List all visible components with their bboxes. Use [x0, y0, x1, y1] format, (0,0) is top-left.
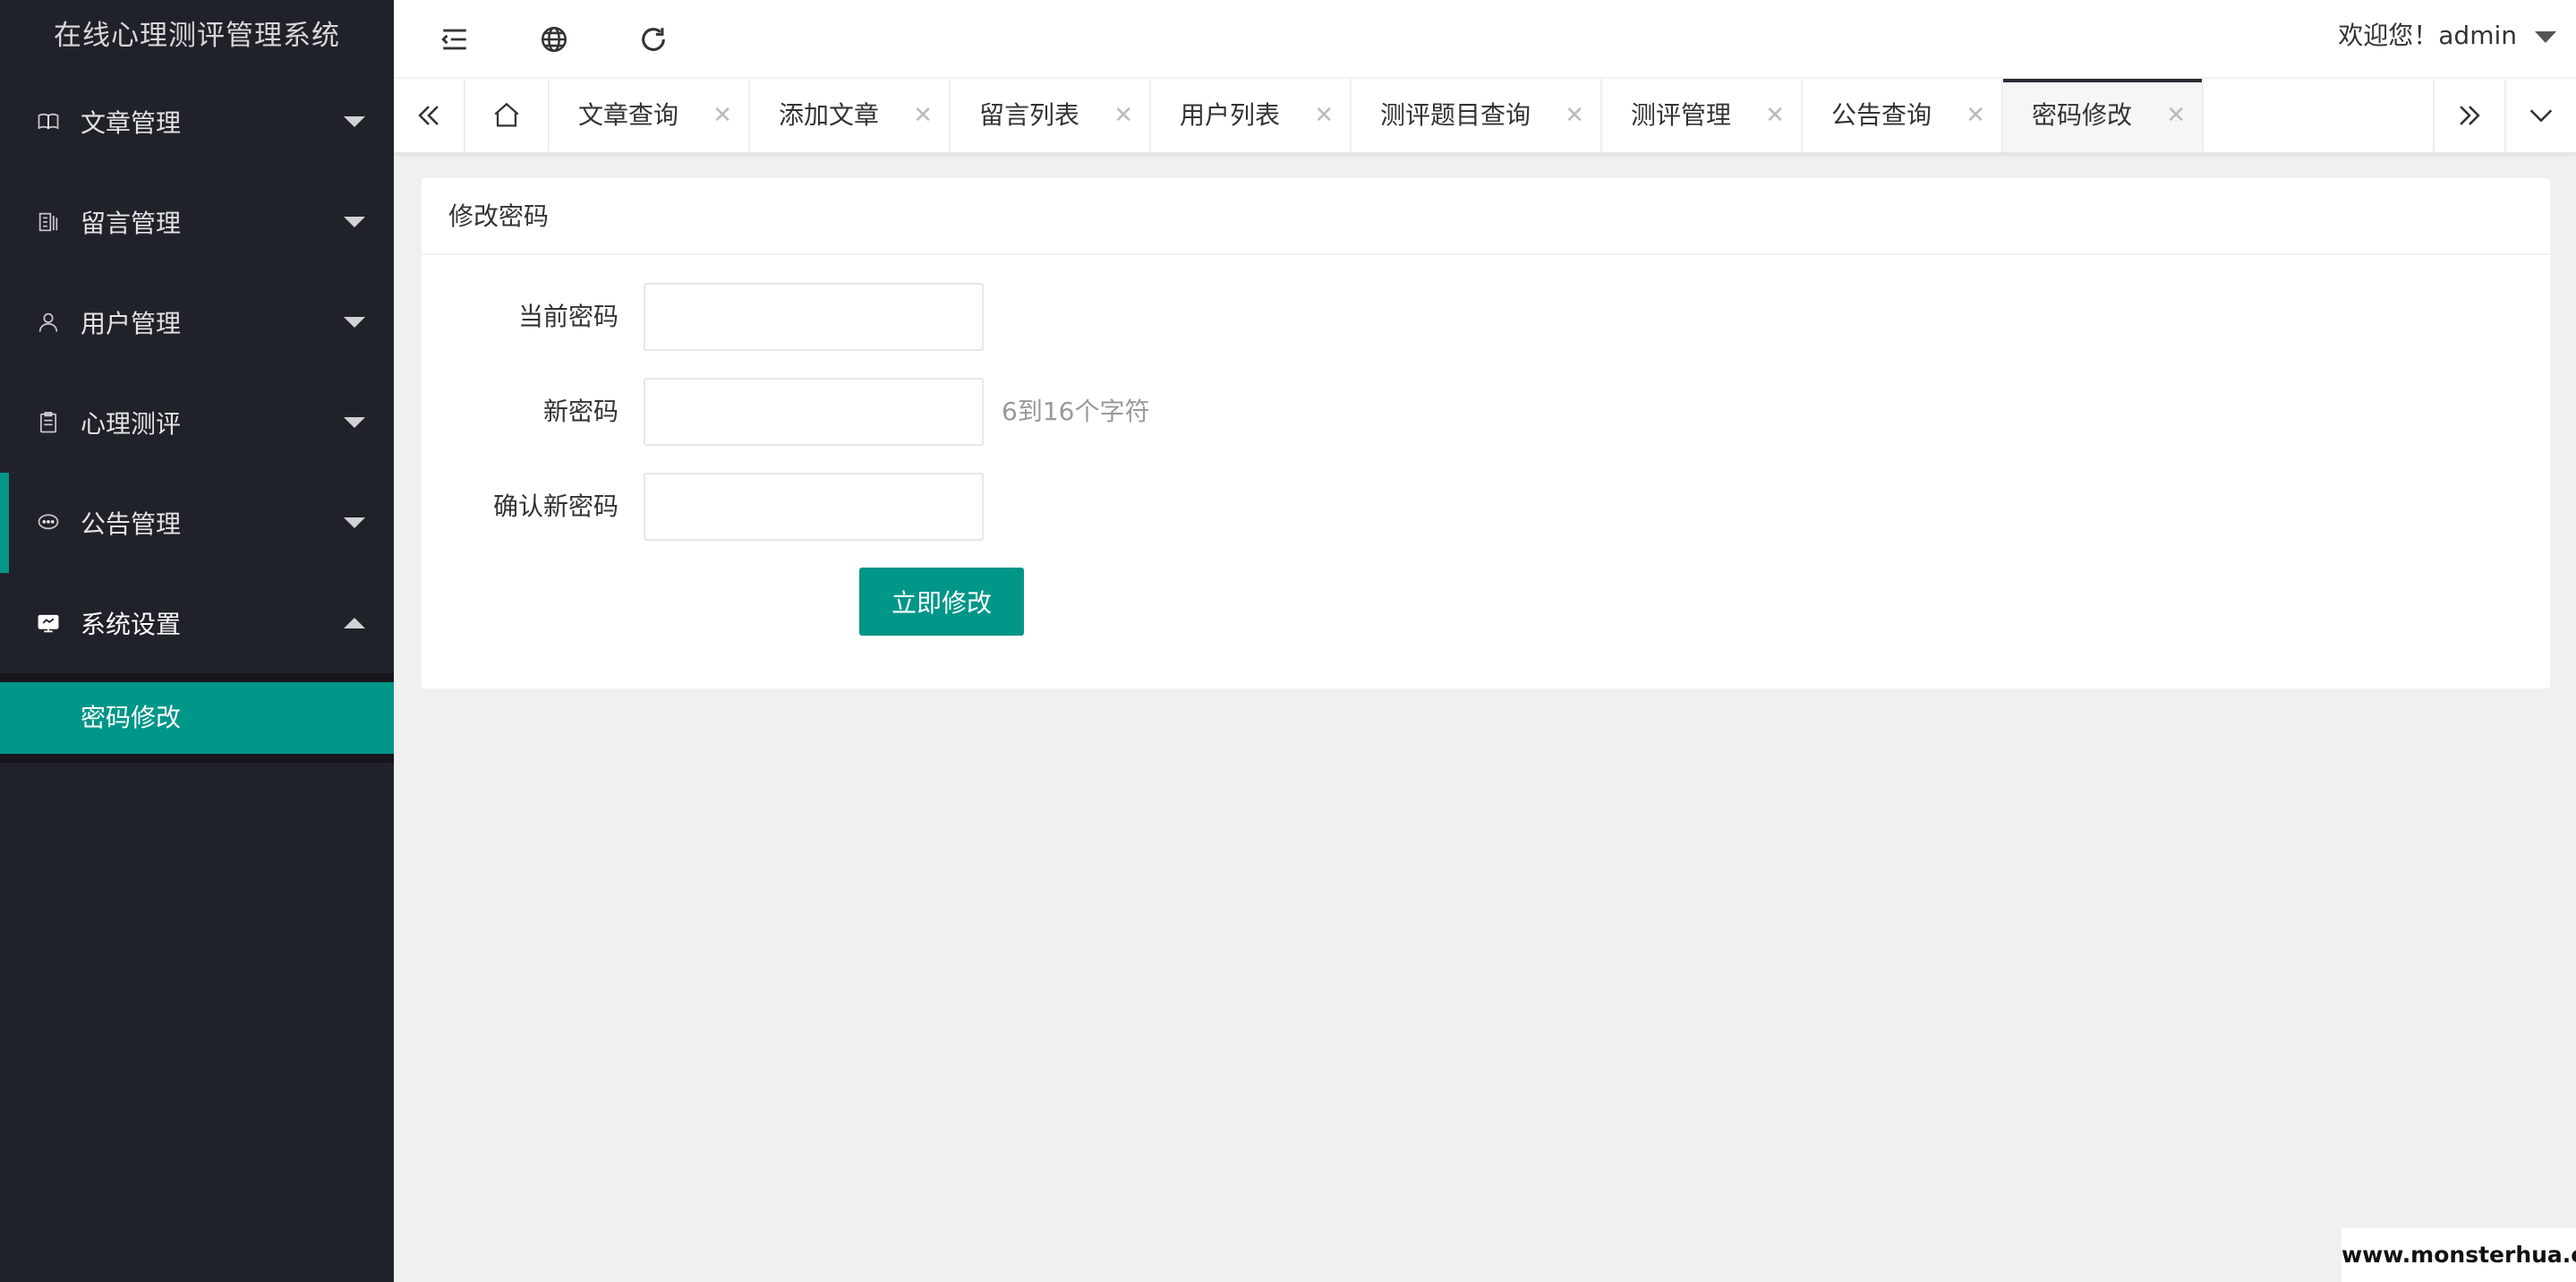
welcome-user-menu[interactable]: 欢迎您！admin	[2338, 0, 2517, 72]
sidebar-submenu: 密码修改	[0, 673, 394, 763]
form-row-confirm-password: 确认新密码	[422, 473, 2550, 541]
new-password-label: 新密码	[542, 397, 618, 426]
sidebar-item-assessment[interactable]: 心理测评	[0, 372, 394, 473]
sidebar-item-messages[interactable]: 留言管理	[0, 172, 394, 272]
close-icon[interactable]: ✕	[2166, 79, 2186, 152]
sidebar-item-articles[interactable]: 文章管理	[0, 72, 394, 172]
menu-fold-icon[interactable]	[433, 18, 476, 61]
sidebar-item-label: 留言管理	[81, 209, 182, 238]
scroll-tabs-right-icon[interactable]	[2433, 79, 2504, 152]
close-icon[interactable]: ✕	[1314, 79, 1334, 152]
new-password-hint: 6到16个字符	[1002, 397, 1150, 426]
submit-change-button[interactable]: 立即修改	[859, 568, 1024, 636]
tab-user-list[interactable]: 用户列表 ✕	[1151, 79, 1352, 152]
book-icon	[36, 109, 61, 134]
close-icon[interactable]: ✕	[1966, 79, 1985, 152]
home-icon	[494, 102, 519, 127]
current-password-label: 当前密码	[517, 302, 618, 331]
chevron-down-icon	[344, 317, 365, 328]
change-password-card: 修改密码 当前密码 新密码 6到16个字符 确认新密码 立即修改	[422, 178, 2550, 688]
sidebar-subitem-change-password[interactable]: 密码修改	[0, 682, 394, 754]
message-board-icon	[36, 209, 61, 235]
close-icon[interactable]: ✕	[712, 79, 732, 152]
chevron-down-icon	[344, 116, 365, 127]
close-icon[interactable]: ✕	[913, 79, 933, 152]
tabs-bar: 文章查询 ✕ 添加文章 ✕ 留言列表 ✕ 用户列表 ✕ 测评题目查询 ✕ 测评管…	[394, 79, 2576, 154]
chevron-down-icon	[344, 417, 365, 428]
chevron-up-icon	[344, 618, 365, 628]
chat-icon	[36, 510, 61, 535]
sidebar-item-users[interactable]: 用户管理	[0, 272, 394, 372]
chevron-down-icon	[344, 517, 365, 528]
sidebar-item-label: 用户管理	[81, 309, 182, 338]
form-row-current-password: 当前密码	[422, 283, 2550, 351]
scroll-tabs-left-icon[interactable]	[394, 79, 465, 152]
top-header: 欢迎您！admin	[394, 0, 2576, 79]
close-icon[interactable]: ✕	[1565, 79, 1584, 152]
tab-announcement-query[interactable]: 公告查询 ✕	[1803, 79, 2003, 152]
card-title: 修改密码	[422, 178, 2550, 255]
current-password-input[interactable]	[644, 283, 984, 351]
settings-panel-icon	[36, 611, 61, 636]
tab-question-query[interactable]: 测评题目查询 ✕	[1352, 79, 1602, 152]
refresh-icon[interactable]	[632, 18, 675, 61]
sidebar-item-announcements[interactable]: 公告管理	[0, 473, 394, 573]
confirm-password-input[interactable]	[644, 473, 984, 541]
tab-assessment-management[interactable]: 测评管理 ✕	[1602, 79, 1803, 152]
sidebar-item-label: 公告管理	[81, 509, 182, 539]
user-icon	[36, 310, 61, 335]
globe-icon[interactable]	[533, 18, 576, 61]
app-logo-title: 在线心理测评管理系统	[54, 20, 340, 52]
clipboard-icon	[36, 410, 61, 435]
close-icon[interactable]: ✕	[1765, 79, 1785, 152]
tabs-menu-chevron-down-icon[interactable]	[2504, 79, 2576, 152]
tab-article-query[interactable]: 文章查询 ✕	[550, 79, 750, 152]
sidebar-item-label: 系统设置	[81, 610, 182, 639]
sidebar: 在线心理测评管理系统 文章管理 留言管理 用户管理 心理测评 公告管理 系统设置…	[0, 0, 394, 1282]
watermark-text: www.monsterhua.com	[2341, 1228, 2576, 1282]
caret-down-icon[interactable]	[2535, 31, 2556, 43]
tab-add-article[interactable]: 添加文章 ✕	[750, 79, 951, 152]
sidebar-item-system-settings[interactable]: 系统设置	[0, 573, 394, 673]
tab-change-password[interactable]: 密码修改 ✕	[2003, 79, 2204, 152]
tab-message-list[interactable]: 留言列表 ✕	[951, 79, 1151, 152]
home-tab[interactable]	[465, 79, 550, 152]
sidebar-item-label: 文章管理	[81, 108, 182, 138]
confirm-password-label: 确认新密码	[492, 491, 618, 521]
chevron-down-icon	[344, 217, 365, 227]
sidebar-item-label: 心理测评	[81, 409, 182, 439]
new-password-input[interactable]	[644, 378, 984, 446]
close-icon[interactable]: ✕	[1113, 79, 1133, 152]
form-row-new-password: 新密码 6到16个字符	[422, 378, 2550, 446]
